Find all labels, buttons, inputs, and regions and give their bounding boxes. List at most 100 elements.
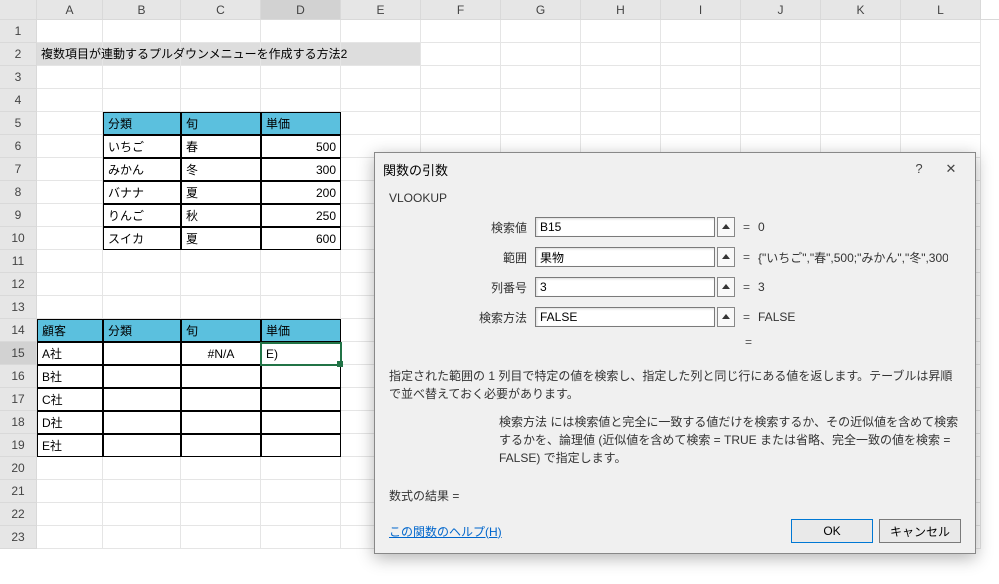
select-all-corner[interactable]	[0, 0, 37, 19]
table2-cell[interactable]	[181, 434, 261, 457]
title-cell[interactable]: 複数項目が連動するプルダウンメニューを作成する方法2	[37, 43, 103, 66]
row-header[interactable]: 16	[0, 365, 37, 388]
cell[interactable]	[181, 273, 261, 296]
cell[interactable]	[901, 20, 981, 43]
table1-cell[interactable]: 500	[261, 135, 341, 158]
col-header[interactable]: K	[821, 0, 901, 19]
cell[interactable]	[341, 112, 421, 135]
table1-cell[interactable]: 600	[261, 227, 341, 250]
table2-cell[interactable]	[103, 388, 181, 411]
table1-cell[interactable]: 秋	[181, 204, 261, 227]
row-header[interactable]: 17	[0, 388, 37, 411]
row-header[interactable]: 13	[0, 296, 37, 319]
row-header[interactable]: 12	[0, 273, 37, 296]
cell[interactable]	[741, 20, 821, 43]
cell[interactable]	[37, 158, 103, 181]
cell[interactable]	[181, 250, 261, 273]
table2-cell[interactable]	[261, 411, 341, 434]
cell[interactable]	[37, 66, 103, 89]
cell[interactable]	[103, 480, 181, 503]
cell[interactable]	[581, 89, 661, 112]
help-icon[interactable]: ?	[903, 157, 935, 181]
table2-cell[interactable]: C社	[37, 388, 103, 411]
cell[interactable]	[261, 250, 341, 273]
row-header[interactable]: 7	[0, 158, 37, 181]
table1-cell[interactable]: バナナ	[103, 181, 181, 204]
col-header[interactable]: D	[261, 0, 341, 19]
row-header[interactable]: 21	[0, 480, 37, 503]
cell[interactable]	[741, 43, 821, 66]
col-header[interactable]: I	[661, 0, 741, 19]
col-header[interactable]: A	[37, 0, 103, 19]
row-header[interactable]: 22	[0, 503, 37, 526]
cell[interactable]	[261, 526, 341, 549]
ok-button[interactable]: OK	[791, 519, 873, 543]
close-icon[interactable]: ✕	[935, 157, 967, 181]
table2-cell[interactable]	[103, 411, 181, 434]
row-header[interactable]: 11	[0, 250, 37, 273]
cell[interactable]	[261, 296, 341, 319]
cell[interactable]	[581, 66, 661, 89]
table2-cell[interactable]: A社	[37, 342, 103, 365]
col-header[interactable]: H	[581, 0, 661, 19]
help-link[interactable]: この関数のヘルプ(H)	[389, 523, 502, 540]
table2-cell[interactable]	[103, 342, 181, 365]
cell[interactable]	[821, 112, 901, 135]
cell[interactable]	[341, 89, 421, 112]
cell[interactable]	[661, 20, 741, 43]
cell[interactable]	[181, 66, 261, 89]
cell[interactable]	[261, 20, 341, 43]
col-header[interactable]: B	[103, 0, 181, 19]
collapse-dialog-icon[interactable]	[717, 247, 735, 267]
cell[interactable]	[501, 20, 581, 43]
cell[interactable]	[421, 66, 501, 89]
table1-cell[interactable]: いちご	[103, 135, 181, 158]
table1-cell[interactable]: 春	[181, 135, 261, 158]
cell[interactable]	[421, 89, 501, 112]
cell[interactable]	[341, 43, 421, 66]
cell[interactable]	[341, 20, 421, 43]
cell[interactable]	[661, 43, 741, 66]
cell[interactable]	[821, 43, 901, 66]
cell[interactable]	[103, 250, 181, 273]
table2-cell[interactable]: E)	[261, 342, 341, 365]
table1-cell[interactable]: スイカ	[103, 227, 181, 250]
cell[interactable]	[821, 20, 901, 43]
cell[interactable]	[181, 503, 261, 526]
table1-cell[interactable]: 250	[261, 204, 341, 227]
collapse-dialog-icon[interactable]	[717, 307, 735, 327]
cell[interactable]	[37, 204, 103, 227]
table2-cell[interactable]: E社	[37, 434, 103, 457]
table1-header[interactable]: 単価	[261, 112, 341, 135]
cell[interactable]	[37, 296, 103, 319]
cell[interactable]	[501, 89, 581, 112]
table2-cell[interactable]: D社	[37, 411, 103, 434]
arg-input[interactable]	[535, 277, 715, 297]
cell[interactable]	[37, 250, 103, 273]
table1-cell[interactable]: 夏	[181, 227, 261, 250]
arg-input[interactable]	[535, 307, 715, 327]
table2-header[interactable]: 分類	[103, 319, 181, 342]
cell[interactable]	[501, 112, 581, 135]
cell[interactable]	[103, 273, 181, 296]
table2-cell[interactable]: #N/A	[181, 342, 261, 365]
cell[interactable]	[741, 66, 821, 89]
cell[interactable]	[581, 20, 661, 43]
cell[interactable]	[661, 112, 741, 135]
table2-cell[interactable]: B社	[37, 365, 103, 388]
cell[interactable]	[261, 457, 341, 480]
cell[interactable]	[37, 89, 103, 112]
cell[interactable]	[661, 66, 741, 89]
cell[interactable]	[501, 43, 581, 66]
row-header[interactable]: 10	[0, 227, 37, 250]
table2-cell[interactable]	[103, 365, 181, 388]
col-header[interactable]: C	[181, 0, 261, 19]
row-header[interactable]: 23	[0, 526, 37, 549]
cell[interactable]	[181, 526, 261, 549]
cell[interactable]	[901, 112, 981, 135]
cell[interactable]	[181, 296, 261, 319]
cell[interactable]	[37, 526, 103, 549]
cell[interactable]	[37, 20, 103, 43]
table1-header[interactable]: 分類	[103, 112, 181, 135]
cell[interactable]	[821, 89, 901, 112]
